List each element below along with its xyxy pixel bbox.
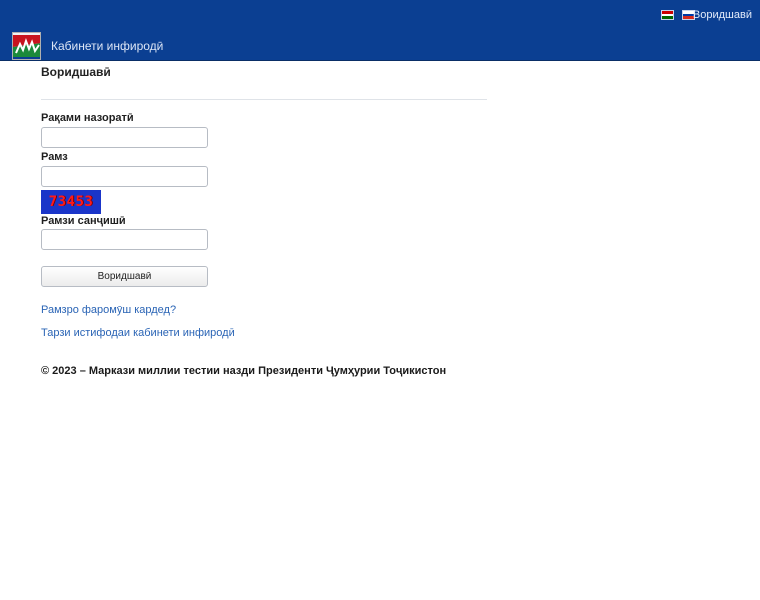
control-number-label: Рақами назоратӣ — [41, 112, 134, 124]
captcha-image: 73453 — [41, 190, 101, 214]
usage-guide-link[interactable]: Тарзи истифодаи кабинети инфиродӣ — [41, 327, 235, 339]
forgot-password-link[interactable]: Рамзро фаромӯш кардед? — [41, 304, 176, 316]
page-title: Воридшавӣ — [41, 65, 111, 79]
password-label: Рамз — [41, 151, 68, 163]
flag-tajikistan-icon[interactable] — [661, 10, 674, 20]
login-section: Воридшавӣ Рақами назоратӣ Рамз 73453 Рам… — [41, 62, 487, 377]
footer-copyright: © 2023 – Маркази миллии тестии назди Пре… — [41, 365, 447, 377]
password-input[interactable] — [41, 166, 208, 187]
login-button[interactable]: Воридшавӣ — [41, 266, 208, 287]
login-form: Рақами назоратӣ Рамз 73453 Рамзи санҷишӣ… — [41, 112, 487, 287]
check-code-label: Рамзи санҷишӣ — [41, 215, 126, 227]
brand-link[interactable]: Кабинети инфиродӣ — [51, 39, 163, 53]
header-login-link[interactable]: Воридшавӣ — [693, 9, 752, 21]
control-number-input[interactable] — [41, 127, 208, 148]
check-code-input[interactable] — [41, 229, 208, 250]
language-switcher — [661, 10, 695, 20]
navbar: Кабинети инфиродӣ — [0, 31, 760, 61]
logo-icon[interactable] — [12, 32, 41, 60]
top-bar: Воридшавӣ — [0, 0, 760, 31]
title-divider — [41, 99, 487, 100]
